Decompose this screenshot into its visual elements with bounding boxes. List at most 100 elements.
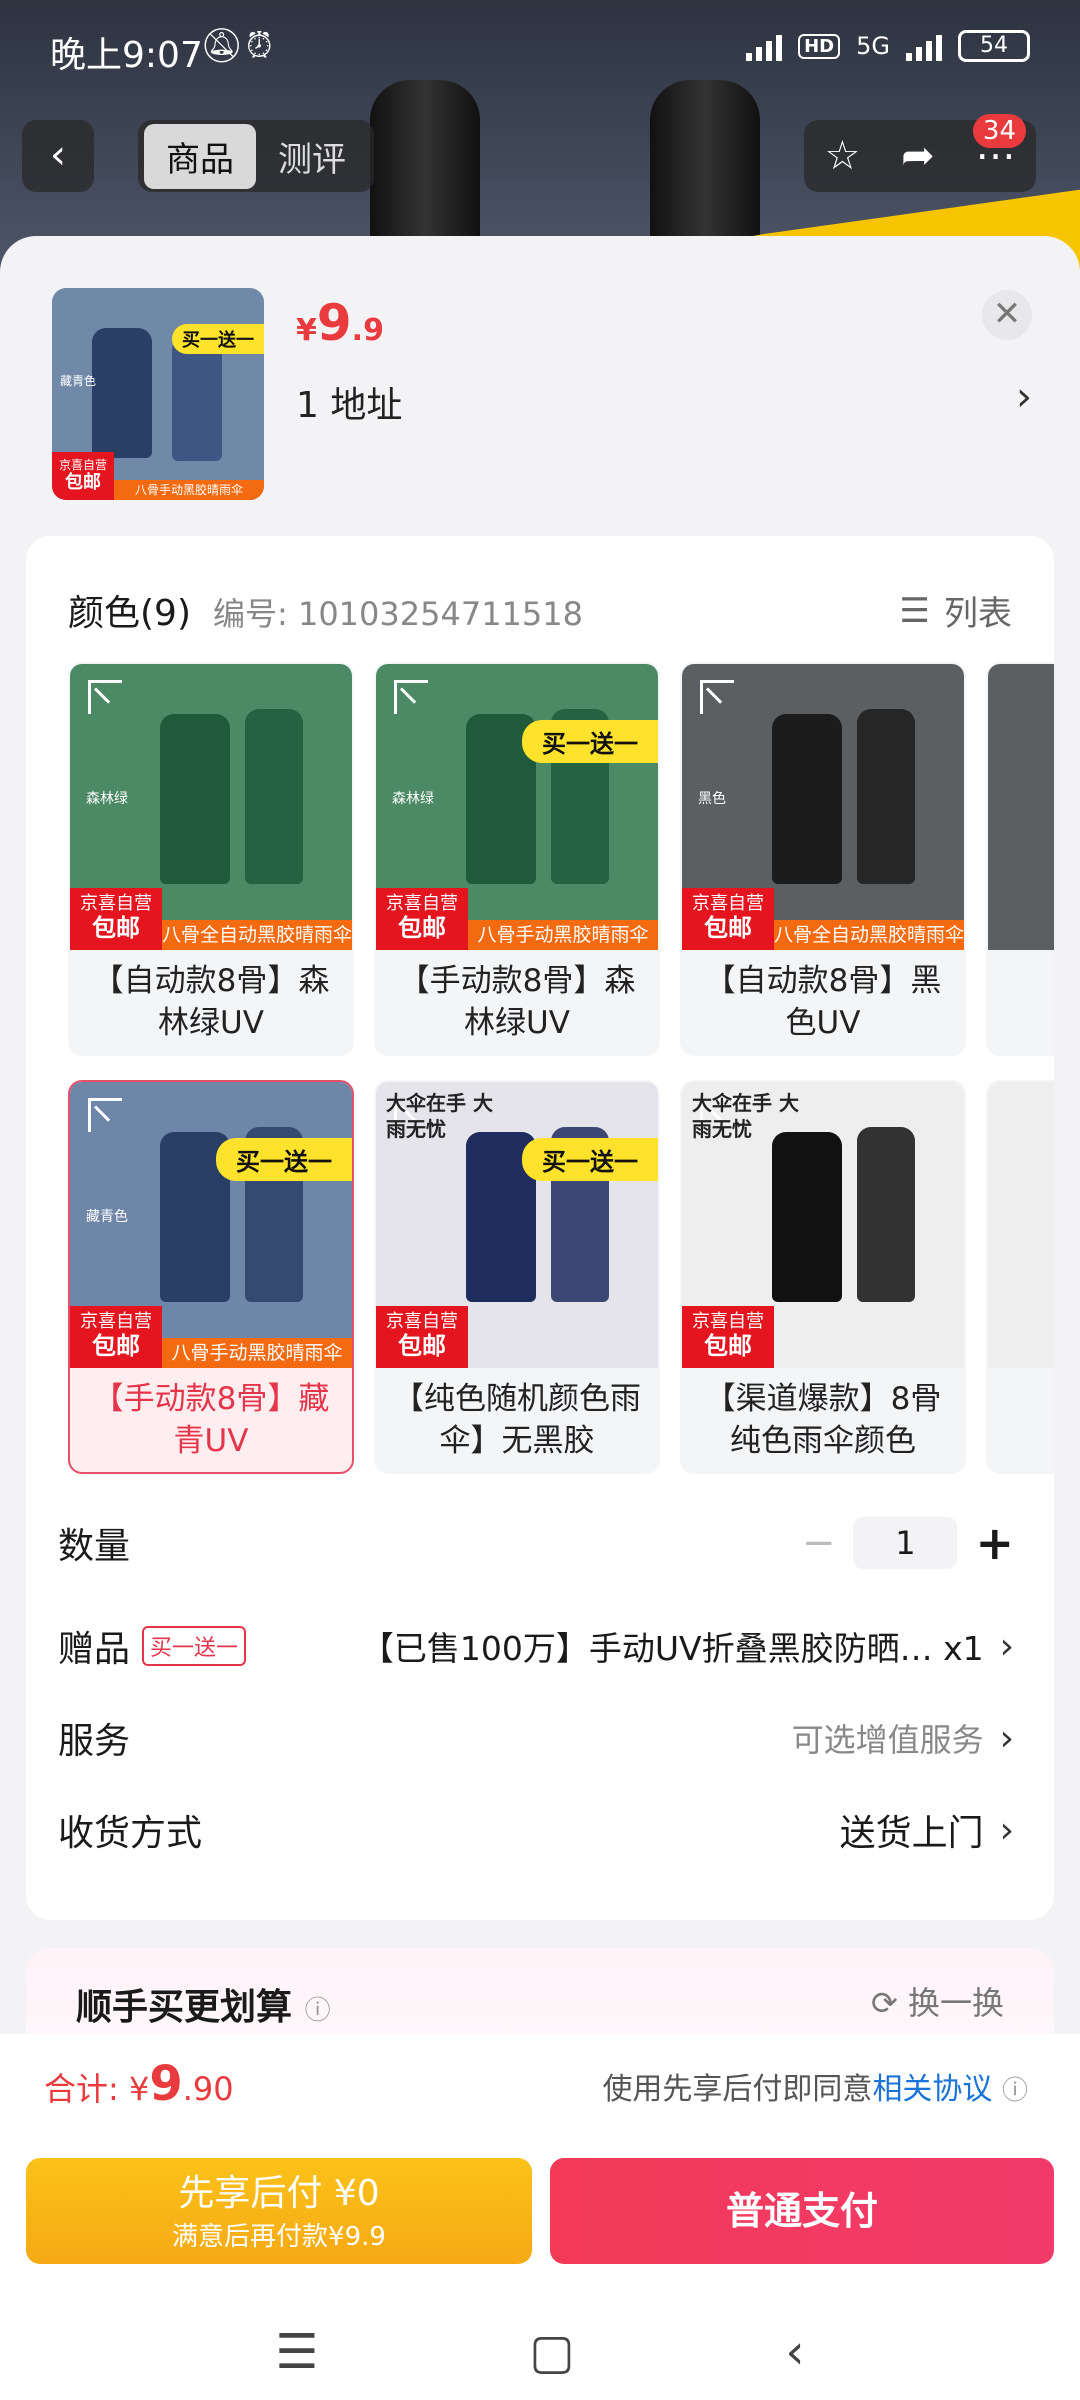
refresh-label: 换一换 xyxy=(907,1984,1004,2022)
jd-tag-top: 京喜自营 xyxy=(80,893,152,914)
price-integer: 9 xyxy=(316,294,352,352)
delivery-row[interactable]: 收货方式 送货上门 › xyxy=(58,1804,1014,1856)
agreement-prefix: 使用先享后付即同意 xyxy=(602,2072,873,2107)
list-view-button[interactable]: ☰ 列表 xyxy=(900,586,1012,635)
quantity-input[interactable]: 1 xyxy=(853,1517,958,1569)
top-navigation: ‹ 商品 测评 ☆ ➦ ⋯ 34 xyxy=(0,114,1080,198)
jd-tag-top: 京喜自营 xyxy=(80,1311,152,1332)
option-image: 森林绿 京喜自营 包邮 八骨全自动黑胶晴雨伞 xyxy=(70,664,352,950)
signal-icon-2 xyxy=(906,31,942,61)
umbrella-graphic xyxy=(772,1132,842,1302)
network-label: 5G xyxy=(856,32,890,60)
address-selector[interactable]: 1 地址 xyxy=(296,376,402,428)
option-strip: 八骨手动黑胶晴雨伞 xyxy=(162,1338,352,1368)
option-label: 【手动款8骨】藏青UV xyxy=(92,1381,330,1459)
info-icon[interactable]: ⓘ xyxy=(1002,2076,1028,2106)
jd-tag: 京喜自营 包邮 xyxy=(376,1306,468,1368)
list-icon: ☰ xyxy=(899,590,930,631)
color-option-partial[interactable] xyxy=(986,1080,1054,1474)
umbrella-sleeve-graphic xyxy=(857,709,915,884)
back-icon[interactable]: ‹ xyxy=(785,2324,804,2380)
option-color-note: 大伞在手 大雨无忧 xyxy=(386,1091,493,1141)
umbrella-sleeve-graphic xyxy=(245,709,303,884)
options-card: 颜色(9) 编号: 10103254711518 ☰ 列表 森林绿 京喜自营 包邮 八骨… xyxy=(26,536,1054,1920)
umbrella-sleeve-graphic xyxy=(172,336,222,461)
back-button[interactable]: ‹ xyxy=(22,120,94,192)
option-image xyxy=(988,664,1054,950)
color-section-header: 颜色(9) 编号: 10103254711518 xyxy=(68,584,583,636)
delivery-value: 送货上门 xyxy=(839,1813,984,1854)
increase-button[interactable]: + xyxy=(975,1516,1014,1570)
jd-tag-top: 京喜自营 xyxy=(58,458,107,472)
color-title: 颜色(9) xyxy=(68,593,191,634)
color-options-grid: 森林绿 京喜自营 包邮 八骨全自动黑胶晴雨伞 【自动款8骨】森林绿UV 森林绿 买一送一 京喜… xyxy=(68,662,1054,1480)
jd-tag-bottom: 包邮 xyxy=(704,914,752,942)
agreement-text: 使用先享后付即同意相关协议 ⓘ xyxy=(602,2064,1028,2108)
jd-tag: 京喜自营 包邮 xyxy=(70,1306,162,1368)
jd-tag: 京喜自营 包邮 xyxy=(376,888,468,950)
color-option[interactable]: 森林绿 买一送一 京喜自营 包邮 八骨手动黑胶晴雨伞【手动款8骨】森林绿UV xyxy=(374,662,660,1056)
option-strip: 八骨全自动黑胶晴雨伞 xyxy=(774,920,964,950)
option-image: 森林绿 买一送一 京喜自营 包邮 八骨手动黑胶晴雨伞 xyxy=(376,664,658,950)
color-option[interactable]: 大伞在手 大雨无忧京喜自营 包邮【渠道爆款】8骨纯色雨伞颜色 xyxy=(680,1080,966,1474)
chevron-right-icon: › xyxy=(999,1717,1014,1759)
umbrella-graphic xyxy=(772,714,842,884)
sku-code: 编号: 10103254711518 xyxy=(213,595,583,633)
page-tabs: 商品 测评 xyxy=(138,120,374,192)
info-icon[interactable]: ⓘ xyxy=(305,1996,331,2026)
decrease-button[interactable]: − xyxy=(802,1520,836,1566)
thumb-promo-tag: 买一送一 xyxy=(172,324,264,354)
option-color-note: 大伞在手 大雨无忧 xyxy=(692,1091,799,1141)
action-bar: ☆ ➦ ⋯ 34 xyxy=(804,114,1036,192)
chevron-left-icon: ‹ xyxy=(50,132,66,178)
jd-tag: 京喜自营 包邮 xyxy=(52,452,114,500)
pay-later-button[interactable]: 先享后付 ¥0 满意后再付款¥9.9 xyxy=(26,2158,532,2264)
jd-tag: 京喜自营 包邮 xyxy=(682,1306,774,1368)
jd-tag: 京喜自营 包邮 xyxy=(70,888,162,950)
option-color-note: 森林绿 xyxy=(86,791,128,807)
gift-row[interactable]: 赠品 买一送一 【已售100万】手动UV折叠黑胶防晒… x1 › xyxy=(58,1620,1014,1672)
tab-review[interactable]: 测评 xyxy=(256,124,368,189)
pay-later-subtitle: 满意后再付款¥9.9 xyxy=(172,2222,386,2252)
umbrella-graphic xyxy=(160,714,230,884)
chevron-right-icon: › xyxy=(999,1625,1014,1667)
refresh-icon: ⟳ xyxy=(871,1984,898,2022)
home-icon[interactable]: ▢ xyxy=(529,2324,574,2380)
color-option[interactable]: 黑色 京喜自营 包邮 八骨全自动黑胶晴雨伞 【自动款8骨】黑色UV xyxy=(680,662,966,1056)
refresh-button[interactable]: ⟳ 换一换 xyxy=(871,1978,1004,2024)
product-thumbnail[interactable]: 买一送一 藏青色 京喜自营 包邮 八骨手动黑胶晴雨伞 xyxy=(52,288,264,500)
option-label: 【手动款8骨】森林绿UV xyxy=(398,963,636,1041)
agreement-link[interactable]: 相关协议 xyxy=(872,2072,992,2107)
expand-icon[interactable] xyxy=(88,1098,122,1132)
expand-icon[interactable] xyxy=(394,680,428,714)
tab-product[interactable]: 商品 xyxy=(144,123,256,189)
color-option[interactable]: 大伞在手 大雨无忧 买一送一 京喜自营 包邮 【纯色随机颜色雨伞】无黑胶 xyxy=(374,1080,660,1474)
option-image: 大伞在手 大雨无忧京喜自营 包邮 xyxy=(682,1082,964,1368)
quantity-row: 数量 − 1 + xyxy=(58,1516,1014,1570)
option-strip: 八骨手动黑胶晴雨伞 xyxy=(468,920,658,950)
jd-tag-top: 京喜自营 xyxy=(692,893,764,914)
option-color-note: 藏青色 xyxy=(86,1209,128,1225)
chevron-right-icon[interactable]: › xyxy=(1016,374,1032,420)
option-label: 【自动款8骨】森林绿UV xyxy=(92,963,330,1041)
share-icon[interactable]: ➦ xyxy=(901,133,935,179)
thumb-color-note: 藏青色 xyxy=(60,374,97,388)
color-option[interactable]: 藏青色 买一送一京喜自营 包邮 八骨手动黑胶晴雨伞【手动款8骨】藏青UV xyxy=(68,1080,354,1474)
color-option-partial[interactable] xyxy=(986,662,1054,1056)
quantity-label: 数量 xyxy=(58,1526,131,1567)
delivery-label: 收货方式 xyxy=(58,1813,203,1854)
service-row[interactable]: 服务 可选增值服务 › xyxy=(58,1712,1014,1764)
umbrella-sleeve-graphic xyxy=(857,1127,915,1302)
status-time: 晚上9:07 xyxy=(50,35,203,76)
normal-pay-button[interactable]: 普通支付 xyxy=(550,2158,1054,2264)
menu-icon[interactable]: ☰ xyxy=(275,2324,318,2380)
expand-icon[interactable] xyxy=(88,680,122,714)
star-icon[interactable]: ☆ xyxy=(824,133,860,179)
checkout-bar: 合计: ¥9.90 使用先享后付即同意相关协议 ⓘ 先享后付 ¥0 满意后再付款… xyxy=(0,2034,1080,2400)
expand-icon[interactable] xyxy=(700,680,734,714)
close-button[interactable]: ✕ xyxy=(982,290,1032,340)
color-option[interactable]: 森林绿 京喜自营 包邮 八骨全自动黑胶晴雨伞 【自动款8骨】森林绿UV xyxy=(68,662,354,1056)
option-label: 【渠道爆款】8骨纯色雨伞颜色 xyxy=(704,1381,942,1459)
battery-icon: 54 xyxy=(958,30,1030,62)
promo-tag: 买一送一 xyxy=(216,1138,352,1181)
